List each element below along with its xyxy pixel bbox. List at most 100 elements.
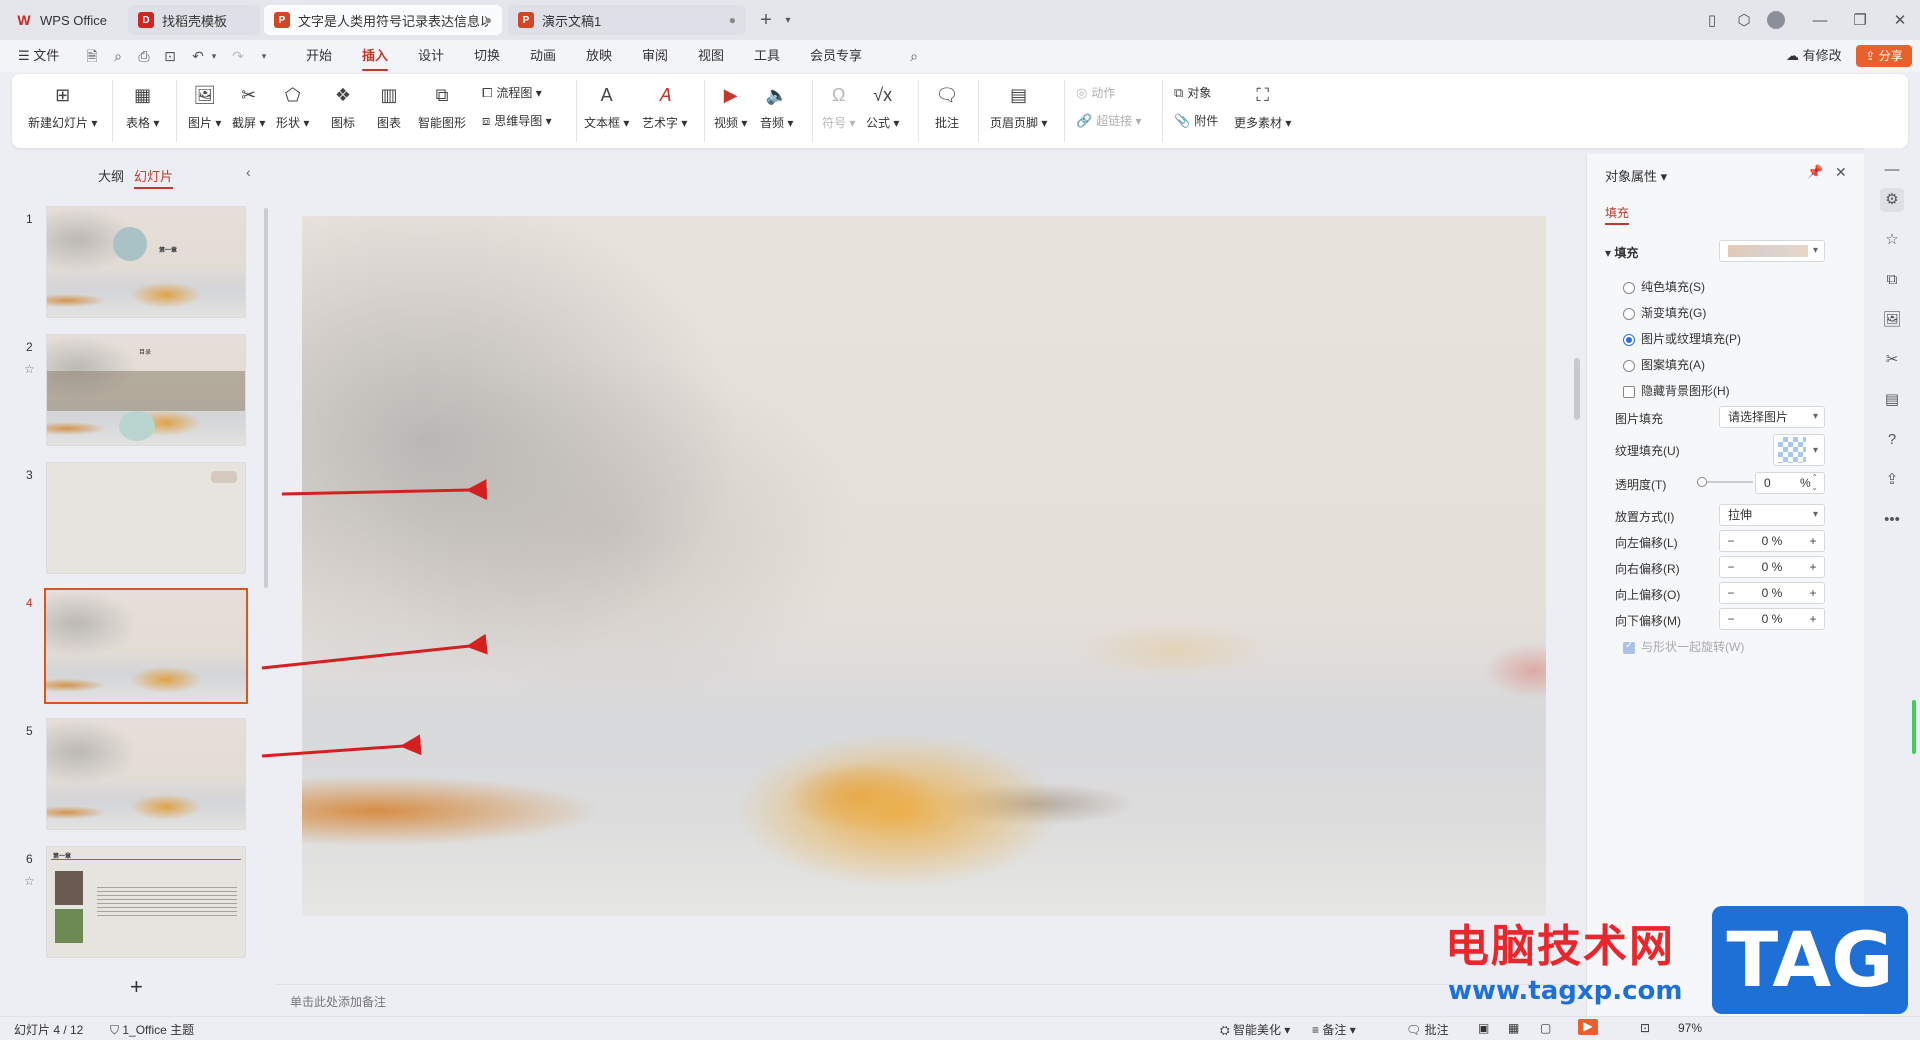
- attachment-button[interactable]: 📎 附件: [1174, 112, 1218, 129]
- tab-transition[interactable]: 切换: [474, 46, 500, 66]
- tab-home[interactable]: 开始: [306, 46, 332, 66]
- minus-icon[interactable]: −: [1720, 609, 1742, 629]
- picture-button[interactable]: 🖼 图片 ▾: [188, 82, 221, 131]
- star-icon[interactable]: ☆: [1880, 228, 1904, 252]
- solid-fill-option[interactable]: 纯色填充(S): [1623, 278, 1705, 295]
- offset-left-value[interactable]: 0 %: [1750, 531, 1794, 551]
- slide-thumbnail-4[interactable]: [44, 588, 248, 704]
- beautify-button[interactable]: ⛭ 智能美化 ▾: [1220, 1021, 1290, 1038]
- tab-outline[interactable]: 大纲: [98, 166, 124, 185]
- comment-button[interactable]: 🗨 批注: [934, 82, 960, 131]
- file-menu[interactable]: ☰ 文件: [18, 46, 59, 66]
- chart-button[interactable]: ▥ 图表: [376, 82, 402, 131]
- minus-icon[interactable]: −: [1720, 557, 1742, 577]
- symbol-button[interactable]: Ω 符号 ▾: [822, 82, 855, 131]
- tab-tools[interactable]: 工具: [754, 46, 780, 66]
- theme-indicator[interactable]: ⛉ 1_Office 主题: [110, 1021, 194, 1038]
- undo-icon[interactable]: ↶: [190, 48, 206, 64]
- tab-document-active[interactable]: P 文字是人类用符号记录表达信息以 ●: [264, 5, 502, 35]
- play-icon[interactable]: ▶: [1578, 1019, 1598, 1035]
- tools-icon[interactable]: ✂: [1880, 348, 1904, 372]
- slide-thumbnail-1[interactable]: 第一章: [46, 206, 246, 318]
- plus-icon[interactable]: +: [1802, 609, 1824, 629]
- image-icon[interactable]: 🖼: [1880, 308, 1904, 332]
- icons-button[interactable]: ❖ 图标: [330, 82, 356, 131]
- layout-icon[interactable]: ▯: [1700, 8, 1724, 32]
- minus-icon[interactable]: −: [1720, 531, 1742, 551]
- plus-icon[interactable]: +: [1802, 583, 1824, 603]
- maximize-icon[interactable]: ❐: [1848, 8, 1872, 32]
- offset-up-value[interactable]: 0 %: [1750, 583, 1794, 603]
- audio-button[interactable]: 🔈 音频 ▾: [760, 82, 793, 131]
- changes-button[interactable]: ☁ 有修改: [1786, 46, 1842, 66]
- tab-design[interactable]: 设计: [418, 46, 444, 66]
- copy-icon[interactable]: ⧉: [1880, 268, 1904, 292]
- comments-toggle[interactable]: 🗨 批注: [1406, 1021, 1449, 1038]
- picture-fill-dropdown[interactable]: 请选择图片 ▾: [1719, 406, 1825, 428]
- save-icon[interactable]: 🗎: [84, 48, 100, 64]
- fill-preview-dropdown[interactable]: ▾: [1719, 240, 1825, 262]
- main-scrollbar[interactable]: [1574, 358, 1580, 420]
- offset-up-stepper[interactable]: −0 % +: [1719, 582, 1825, 604]
- print-icon[interactable]: ⎙: [136, 48, 152, 64]
- offset-right-stepper[interactable]: −0 % +: [1719, 556, 1825, 578]
- placement-dropdown[interactable]: 拉伸 ▾: [1719, 504, 1825, 526]
- tab-daoke-template[interactable]: D 找稻壳模板: [128, 5, 260, 35]
- gradient-fill-option[interactable]: 渐变填充(G): [1623, 304, 1706, 321]
- properties-icon[interactable]: ⚙: [1880, 188, 1904, 212]
- tab-insert[interactable]: 插入: [362, 46, 389, 71]
- close-icon[interactable]: ✕: [1835, 164, 1847, 181]
- slide-thumbnail-3[interactable]: [46, 462, 246, 574]
- radio-button[interactable]: [1623, 359, 1635, 372]
- fit-icon[interactable]: ⊡: [1640, 1021, 1650, 1035]
- rotate-with-shape-option[interactable]: 与形状一起旋转(W): [1623, 638, 1744, 655]
- pin-icon[interactable]: 📌: [1807, 164, 1823, 180]
- close-icon[interactable]: ●: [729, 13, 736, 27]
- slide-canvas[interactable]: [302, 216, 1546, 916]
- hide-background-option[interactable]: 隐藏背景图形(H): [1623, 382, 1730, 399]
- tab-view[interactable]: 视图: [698, 46, 724, 66]
- shape-button[interactable]: ⬠ 形状 ▾: [276, 82, 309, 131]
- minus-icon[interactable]: −: [1720, 583, 1742, 603]
- slide-thumbnail-6[interactable]: 第一章: [46, 846, 246, 958]
- panel-title[interactable]: 对象属性 ▾: [1605, 166, 1667, 185]
- find-icon[interactable]: ⌕: [110, 48, 126, 64]
- close-icon[interactable]: ●: [485, 13, 492, 27]
- hyperlink-button[interactable]: 🔗 超链接 ▾: [1076, 112, 1142, 129]
- minimize-icon[interactable]: —: [1808, 8, 1832, 32]
- tab-review[interactable]: 审阅: [642, 46, 668, 66]
- new-tab-button[interactable]: +: [754, 8, 778, 32]
- offset-down-stepper[interactable]: −0 % +: [1719, 608, 1825, 630]
- radio-button[interactable]: [1623, 281, 1635, 294]
- spinner-icon[interactable]: ⌃ ⌄: [1811, 473, 1818, 493]
- mindmap-button[interactable]: ⧈ 思维导图 ▾: [482, 112, 552, 129]
- transparency-slider[interactable]: [1697, 477, 1753, 487]
- more-material-button[interactable]: ⛶ 更多素材 ▾: [1234, 82, 1291, 131]
- video-button[interactable]: ▶ 视频 ▾: [714, 82, 747, 131]
- action-button[interactable]: ◎ 动作: [1076, 84, 1115, 101]
- radio-button[interactable]: [1623, 333, 1635, 346]
- header-footer-button[interactable]: ▤ 页眉页脚 ▾: [990, 82, 1047, 131]
- radio-button[interactable]: [1623, 307, 1635, 320]
- new-slide-button[interactable]: ⊞ 新建幻灯片 ▾: [28, 82, 97, 131]
- tab-member[interactable]: 会员专享: [810, 46, 862, 66]
- star-icon[interactable]: ☆: [24, 362, 35, 376]
- table-button[interactable]: ▦ 表格 ▾: [126, 82, 159, 131]
- zoom-level[interactable]: 97%: [1678, 1021, 1702, 1035]
- tab-fill[interactable]: 填充: [1605, 204, 1630, 225]
- wordart-button[interactable]: 𝐴 艺术字 ▾: [642, 82, 687, 131]
- fill-section-header[interactable]: ▾ 填充: [1605, 244, 1638, 261]
- chevron-down-icon[interactable]: ▾: [256, 48, 272, 64]
- notes-area[interactable]: 单击此处添加备注: [276, 984, 1586, 1014]
- plus-icon[interactable]: +: [1802, 557, 1824, 577]
- plus-icon[interactable]: +: [1802, 531, 1824, 551]
- checkbox[interactable]: [1623, 385, 1635, 398]
- star-icon[interactable]: ☆: [24, 874, 35, 888]
- tab-presentation1[interactable]: P 演示文稿1 ●: [508, 5, 746, 35]
- book-icon[interactable]: ▤: [1880, 388, 1904, 412]
- screenshot-button[interactable]: ✂ 截屏 ▾: [232, 82, 265, 131]
- redo-icon[interactable]: ↷: [230, 48, 246, 64]
- collapse-icon[interactable]: —: [1880, 158, 1904, 182]
- share-button[interactable]: ⇪ 分享: [1856, 45, 1912, 67]
- tab-wps-office[interactable]: W WPS Office: [6, 5, 124, 35]
